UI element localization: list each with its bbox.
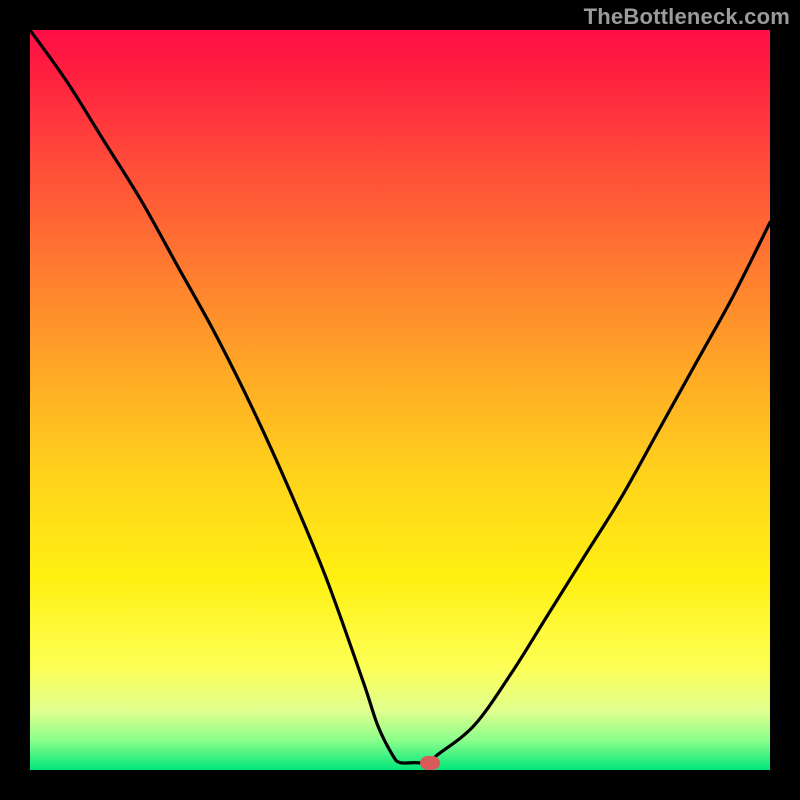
optimal-point-marker (420, 756, 440, 770)
chart-frame: TheBottleneck.com (0, 0, 800, 800)
plot-area (30, 30, 770, 770)
bottleneck-curve (30, 30, 770, 770)
watermark-text: TheBottleneck.com (584, 4, 790, 30)
